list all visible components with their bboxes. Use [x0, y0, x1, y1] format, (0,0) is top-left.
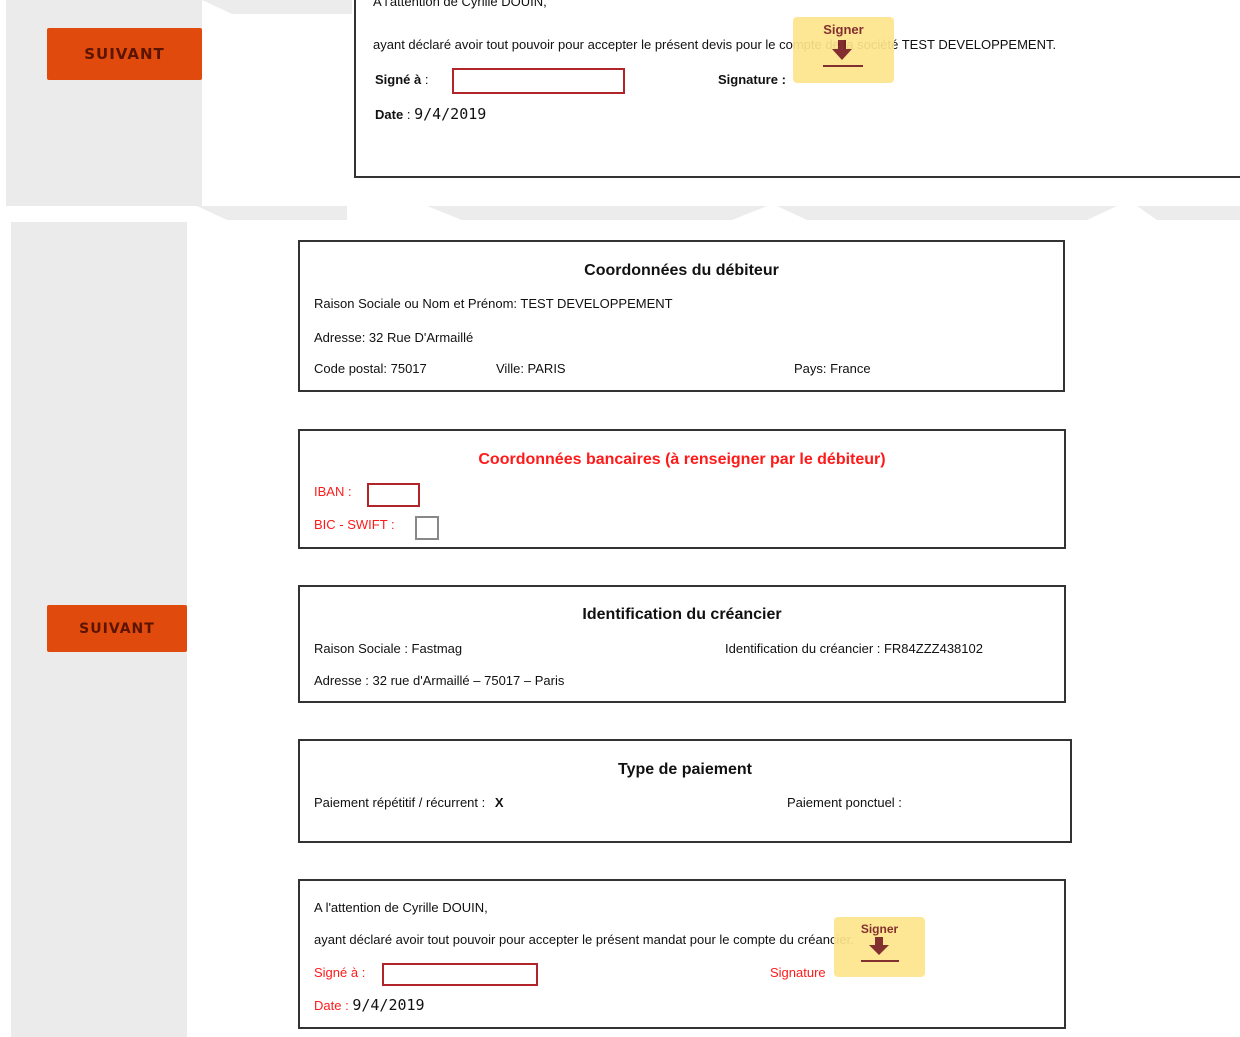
signer-button-top-label: Signer	[823, 22, 864, 37]
devis-date-label: Date : 9/4/2019	[375, 105, 486, 123]
iban-input[interactable]	[367, 483, 420, 507]
download-arrow-icon	[823, 40, 863, 67]
bic-swift-input[interactable]	[415, 516, 439, 540]
mandat-signe-input[interactable]	[382, 963, 538, 986]
signer-button-bottom[interactable]: Signer	[834, 917, 925, 977]
debiteur-title: Coordonnées du débiteur	[584, 262, 779, 279]
creancier-adresse: Adresse : 32 rue d'Armaillé – 75017 – Pa…	[314, 673, 565, 688]
bancaires-box: Coordonnées bancaires (à renseigner par …	[298, 429, 1066, 549]
creancier-identification: Identification du créancier : FR84ZZZ438…	[725, 641, 983, 656]
paiement-repetitif-value: X	[494, 795, 504, 810]
mandat-signe-label: Signé à :	[314, 965, 366, 980]
paiement-repetitif: Paiement répétitif / récurrent : X	[314, 795, 504, 810]
mandat-declaration: ayant déclaré avoir tout pouvoir pour ac…	[314, 932, 854, 947]
creancier-box: Identification du créancier Raison Socia…	[298, 585, 1066, 703]
mandat-date-colon: :	[345, 998, 349, 1013]
paiement-title: Type de paiement	[618, 761, 752, 778]
bic-swift-label: BIC - SWIFT :	[314, 517, 395, 532]
debiteur-box: Coordonnées du débiteur Raison Sociale o…	[298, 240, 1065, 392]
mandat-attention: A l'attention de Cyrille DOUIN,	[314, 900, 488, 915]
debiteur-adresse: Adresse: 32 Rue D'Armaillé	[314, 330, 474, 345]
devis-signature-label: Signature :	[718, 72, 786, 87]
mandat-date: Date : 9/4/2019	[314, 996, 425, 1014]
signer-button-bottom-label: Signer	[860, 922, 899, 936]
mandat-date-label: Date	[314, 998, 342, 1013]
devis-date-label-text: Date	[375, 107, 404, 122]
paiement-repetitif-label: Paiement répétitif / récurrent :	[314, 795, 486, 810]
creancier-title: Identification du créancier	[582, 606, 782, 623]
download-arrow-icon	[861, 937, 899, 962]
paiement-ponctuel-label: Paiement ponctuel :	[787, 795, 902, 810]
iban-label: IBAN :	[314, 484, 352, 499]
debiteur-ville: Ville: PARIS	[496, 361, 566, 376]
devis-signe-input[interactable]	[452, 68, 625, 94]
debiteur-pays: Pays: France	[794, 361, 871, 376]
paiement-box: Type de paiement Paiement répétitif / ré…	[298, 739, 1072, 843]
devis-date-colon: :	[406, 107, 411, 122]
devis-date-value: 9/4/2019	[414, 105, 487, 123]
creancier-raison: Raison Sociale : Fastmag	[314, 641, 463, 656]
bottom-chevron-decoration	[197, 206, 1240, 220]
debiteur-code-postal: Code postal: 75017	[314, 361, 427, 376]
devis-declaration-text: ayant déclaré avoir tout pouvoir pour ac…	[373, 37, 1057, 52]
bancaires-title: Coordonnées bancaires (à renseigner par …	[478, 451, 886, 468]
mandat-signature-label: Signature	[770, 965, 826, 980]
devis-signe-colon: :	[424, 72, 429, 87]
suivant-button-bottom[interactable]: SUIVANT	[47, 605, 187, 652]
suivant-button-top[interactable]: SUIVANT	[47, 28, 202, 80]
debiteur-raison: Raison Sociale ou Nom et Prénom: TEST DE…	[314, 296, 673, 311]
signer-button-top[interactable]: Signer	[793, 17, 894, 83]
mandat-date-value: 9/4/2019	[352, 996, 425, 1014]
devis-signe-label-text: Signé à	[375, 72, 422, 87]
devis-signe-label: Signé à :	[375, 72, 429, 87]
mandat-signature-box: A l'attention de Cyrille DOUIN, ayant dé…	[298, 879, 1066, 1029]
devis-attention-text: A l'attention de Cyrille DOUIN,	[373, 0, 547, 9]
